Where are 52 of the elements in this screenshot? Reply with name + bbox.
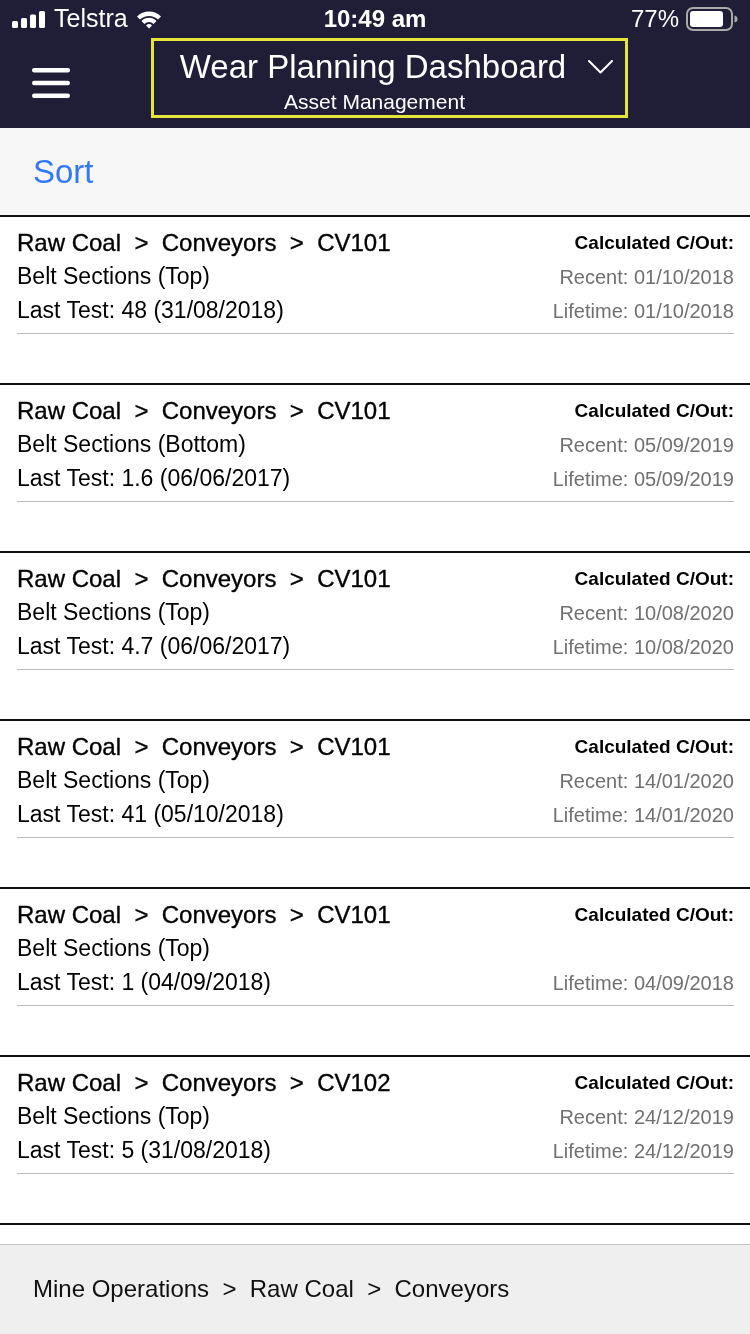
changeout-label: Calculated C/Out:: [574, 231, 734, 255]
last-test: Last Test: 41 (05/10/2018): [17, 801, 284, 829]
changeout-label: Calculated C/Out:: [574, 567, 734, 591]
last-test: Last Test: 5 (31/08/2018): [17, 1137, 272, 1165]
asset-path: Raw Coal > Conveyors > CV101: [17, 564, 391, 594]
component-name: Belt Sections (Top): [17, 935, 211, 963]
lifetime-date: Lifetime: 01/10/2018: [552, 299, 734, 323]
asset-path: Raw Coal > Conveyors > CV102: [17, 1068, 391, 1098]
asset-path: Raw Coal > Conveyors > CV101: [17, 396, 391, 426]
asset-card[interactable]: Raw Coal > Conveyors > CV101 Calculated C/Out: Belt Sections (Bottom) Recent: 05/09/2019 Last Test: 1.6 (06/06/2017) Lifetime: 05/09/2019: [0, 385, 750, 553]
clock-time: 10:49 am: [323, 5, 427, 33]
component-name: Belt Sections (Top): [17, 767, 211, 795]
last-test: Last Test: 1 (04/09/2018): [17, 969, 272, 997]
changeout-label: Calculated C/Out:: [574, 903, 734, 927]
recent-date: Recent: 01/10/2018: [559, 265, 734, 289]
changeout-label: Calculated C/Out:: [574, 1071, 734, 1095]
asset-card[interactable]: Raw Coal > Conveyors > CV101 Calculated C/Out: Belt Sections (Top) Recent: 14/01/2020 Last Test: 41 (05/10/2018) Lifetime: 14/01/2020: [0, 721, 750, 889]
asset-path: Raw Coal > Conveyors > CV101: [17, 900, 391, 930]
changeout-label: Calculated C/Out:: [574, 399, 734, 423]
lifetime-date: Lifetime: 10/08/2020: [552, 635, 734, 659]
component-name: Belt Sections (Bottom): [17, 431, 246, 459]
lifetime-date: Lifetime: 14/01/2020: [552, 803, 734, 827]
last-test: Last Test: 48 (31/08/2018): [17, 297, 284, 325]
sort-button[interactable]: Sort: [33, 151, 94, 192]
lifetime-date: Lifetime: 05/09/2019: [552, 467, 734, 491]
asset-path: Raw Coal > Conveyors > CV101: [17, 732, 391, 762]
asset-path: Raw Coal > Conveyors > CV101: [17, 228, 391, 258]
asset-card[interactable]: Raw Coal > Conveyors > CV101 Calculated C/Out: Belt Sections (Top) Recent: 01/10/2018 Last Test: 48 (31/08/2018) Lifetime: 01/10/2018: [0, 217, 750, 385]
lifetime-date: Lifetime: 04/09/2018: [552, 971, 734, 995]
asset-card[interactable]: Raw Coal > Conveyors > CV102 Calculated C/Out: Belt Sections (Top) Recent: 24/12/2019 Last Test: 5 (31/08/2018) Lifetime: 24/12/2019: [0, 1057, 750, 1225]
dashboard-selector[interactable]: Wear Planning Dashboard Asset Management: [151, 38, 628, 118]
battery-percent: 77%: [630, 5, 679, 33]
wifi-icon: [135, 9, 162, 29]
battery-icon: [686, 7, 738, 31]
last-test: Last Test: 4.7 (06/06/2017): [17, 633, 291, 661]
breadcrumb-path: Mine Operations > Raw Coal > Conveyors: [33, 1275, 510, 1304]
changeout-label: Calculated C/Out:: [574, 735, 734, 759]
component-name: Belt Sections (Top): [17, 1103, 211, 1131]
last-test: Last Test: 1.6 (06/06/2017): [17, 465, 291, 493]
carrier-name: Telstra: [54, 5, 128, 33]
recent-date: Recent: 10/08/2020: [559, 601, 734, 625]
asset-card[interactable]: Raw Coal > Conveyors > CV101 Calculated C/Out: Belt Sections (Top) Recent: 10/08/2020 Last Test: 4.7 (06/06/2017) Lifetime: 10/08/2020: [0, 553, 750, 721]
recent-date: Recent: 14/01/2020: [559, 769, 734, 793]
recent-date: Recent: 24/12/2019: [559, 1105, 734, 1129]
component-name: Belt Sections (Top): [17, 263, 211, 291]
lifetime-date: Lifetime: 24/12/2019: [552, 1139, 734, 1163]
recent-date: Recent: 05/09/2019: [559, 433, 734, 457]
menu-icon[interactable]: [32, 68, 70, 98]
asset-card[interactable]: Raw Coal > Conveyors > CV101 Calculated C/Out: Belt Sections (Top) Last Test: 1 (04/09/2018) Lifetime: 04/09/2018: [0, 889, 750, 1057]
signal-icon: [12, 10, 46, 28]
component-name: Belt Sections (Top): [17, 599, 211, 627]
chevron-down-icon: [588, 59, 614, 74]
